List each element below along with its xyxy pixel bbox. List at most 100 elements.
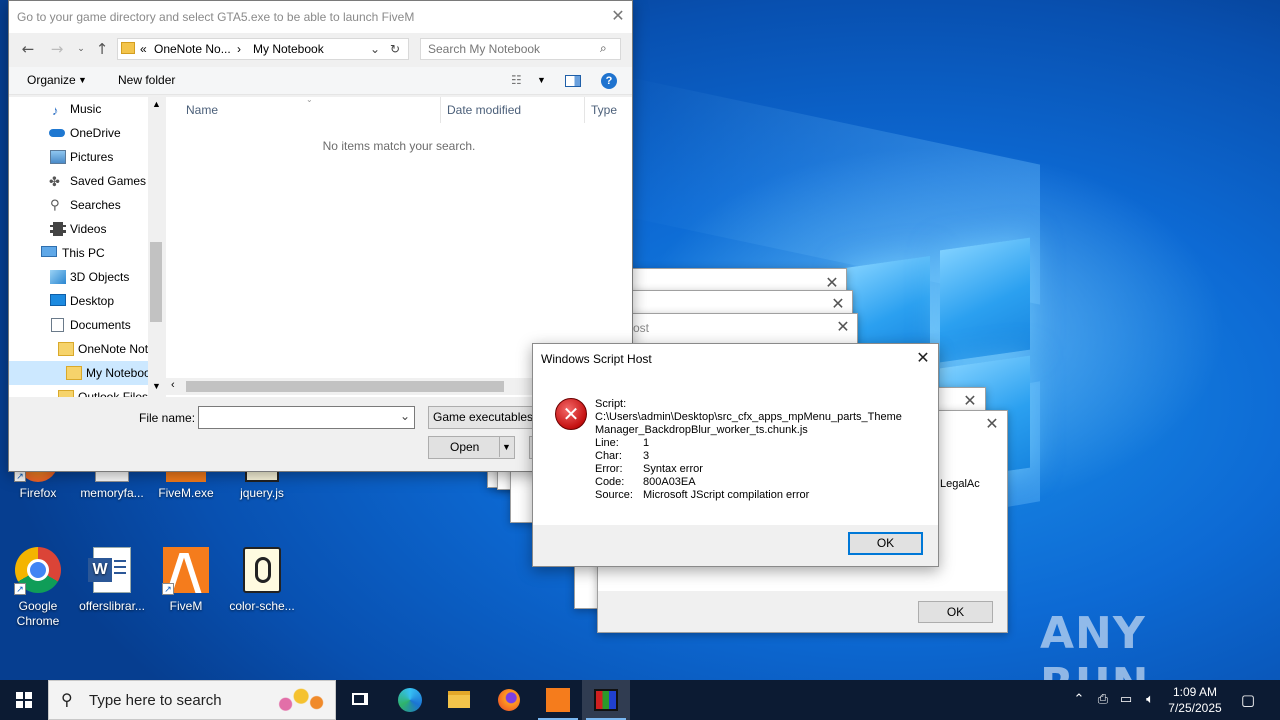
nav-item-searches[interactable]: ⚲ Searches xyxy=(9,193,148,217)
taskbar-firefox[interactable] xyxy=(485,680,533,720)
address-overflow[interactable]: « xyxy=(140,39,147,59)
device-icon[interactable]: ⎙ xyxy=(1094,680,1112,720)
folder-icon xyxy=(121,42,135,54)
column-separator[interactable] xyxy=(440,97,441,123)
file-explorer-icon xyxy=(448,691,470,708)
organize-button[interactable]: Organize xyxy=(27,73,76,87)
scrollbar-thumb[interactable] xyxy=(186,381,504,392)
desktop-icon-label: memoryfa... xyxy=(80,486,144,500)
script-host-icon xyxy=(594,689,618,711)
taskbar-fivem[interactable] xyxy=(534,680,582,720)
up-arrow-icon[interactable]: ↑ xyxy=(92,37,112,61)
notifications-icon[interactable]: ▢ xyxy=(1236,680,1260,720)
recent-locations-chevron-icon[interactable]: ⌄ xyxy=(71,37,91,61)
scroll-left-icon[interactable]: ‹ xyxy=(171,379,175,391)
navigation-pane: ♪ Music OneDrive Pictures ✤ Saved Games … xyxy=(9,97,165,397)
navigation-scrollbar[interactable]: ▲ ▼ xyxy=(148,97,165,397)
taskbar-edge[interactable] xyxy=(386,680,434,720)
search-icon: ⌕ xyxy=(600,41,607,55)
help-icon[interactable]: ? xyxy=(601,73,617,89)
view-chevron-icon[interactable]: ▼ xyxy=(537,75,546,85)
preview-pane-icon[interactable] xyxy=(565,75,581,87)
error-field-line: Line: 1 xyxy=(595,437,650,449)
error-field-code: Code: 800A03EA xyxy=(595,476,696,488)
system-clock[interactable]: 1:09 AM 7/25/2025 xyxy=(1163,684,1227,716)
dialog-footer: OK xyxy=(533,525,938,566)
nav-item-pictures[interactable]: Pictures xyxy=(9,145,148,169)
desktop-icon-label: jquery.js xyxy=(240,486,284,500)
refresh-icon[interactable]: ↻ xyxy=(390,39,400,59)
column-header-name[interactable]: Name xyxy=(186,103,218,117)
breadcrumb-onenote[interactable]: OneNote No... xyxy=(154,39,231,59)
close-icon[interactable]: ✕ xyxy=(828,294,848,314)
task-view-button[interactable] xyxy=(336,680,384,720)
nav-item-documents[interactable]: Documents xyxy=(9,313,148,337)
close-icon[interactable]: ✕ xyxy=(608,6,628,26)
scroll-up-icon[interactable]: ▲ xyxy=(152,99,161,109)
folder-icon xyxy=(66,366,82,380)
nav-item-desktop[interactable]: Desktop xyxy=(9,289,148,313)
column-separator[interactable] xyxy=(584,97,585,123)
nav-item-music[interactable]: ♪ Music xyxy=(9,97,148,121)
window-text-partial: LegalAc xyxy=(940,478,980,490)
edge-icon xyxy=(398,688,422,712)
scroll-down-icon[interactable]: ▼ xyxy=(152,381,161,391)
desktop-icon-fivem[interactable]: ↗ FiveM xyxy=(148,547,224,614)
nav-item-onenote-notebooks[interactable]: OneNote Not xyxy=(9,337,148,361)
taskbar-search-box[interactable]: ⚲ Type here to search xyxy=(48,680,336,720)
firefox-icon xyxy=(498,689,520,711)
clock-date: 7/25/2025 xyxy=(1168,701,1222,715)
open-button[interactable]: Open ▼ xyxy=(428,436,515,459)
script-path: Manager_BackdropBlur_worker_ts.chunk.js xyxy=(595,424,808,436)
desktop-icon-google-chrome[interactable]: ↗ Google Chrome xyxy=(0,547,76,629)
back-arrow-icon[interactable]: ← xyxy=(18,37,38,61)
network-icon[interactable]: ▭ xyxy=(1117,680,1135,720)
pictures-icon xyxy=(50,150,66,164)
file-type-filter[interactable]: Game executables ( xyxy=(428,406,548,429)
breadcrumb-my-notebook[interactable]: My Notebook xyxy=(253,39,324,59)
anyrun-watermark: ANY RUN xyxy=(1040,608,1148,710)
taskbar-script-host[interactable] xyxy=(582,680,630,720)
nav-item-this-pc[interactable]: This PC xyxy=(9,241,148,265)
ok-button[interactable]: OK xyxy=(848,532,923,555)
file-name-label: File name: xyxy=(139,411,196,425)
taskbar-file-explorer[interactable] xyxy=(435,680,483,720)
taskbar: ⚲ Type here to search ⌃ ⎙ ▭ 🔈︎ 1:09 AM 7… xyxy=(0,680,1280,720)
address-dropdown-chevron-icon[interactable]: ⌄ xyxy=(370,39,380,59)
close-icon[interactable]: ✕ xyxy=(982,414,1002,434)
shortcut-arrow-icon: ↗ xyxy=(14,583,26,595)
file-name-dropdown-chevron-icon[interactable]: ⌄ xyxy=(400,409,410,423)
nav-item-outlook-files[interactable]: Outlook Files xyxy=(9,385,148,397)
close-icon[interactable]: ✕ xyxy=(833,317,853,337)
new-folder-button[interactable]: New folder xyxy=(118,73,175,87)
address-bar[interactable]: « OneNote No... › My Notebook ⌄ ↻ xyxy=(117,38,409,60)
view-options-icon[interactable]: ☷ xyxy=(511,73,522,87)
search-icon: ⚲ xyxy=(61,690,73,709)
column-header-type[interactable]: Type xyxy=(591,103,617,117)
ok-button[interactable]: OK xyxy=(918,601,993,623)
nav-item-videos[interactable]: Videos xyxy=(9,217,148,241)
file-name-input[interactable]: ⌄ xyxy=(198,406,415,429)
music-icon: ♪ xyxy=(52,103,59,118)
script-file-icon xyxy=(243,547,281,593)
volume-icon[interactable]: 🔈︎ xyxy=(1141,680,1159,720)
search-icon: ⚲ xyxy=(50,198,60,213)
nav-item-3d-objects[interactable]: 3D Objects xyxy=(9,265,148,289)
start-button[interactable] xyxy=(0,680,48,720)
forward-arrow-icon[interactable]: → xyxy=(47,37,67,61)
scrollbar-thumb[interactable] xyxy=(150,242,162,322)
nav-item-saved-games[interactable]: ✤ Saved Games xyxy=(9,169,148,193)
empty-message: No items match your search. xyxy=(322,139,476,153)
open-split-chevron-icon[interactable]: ▼ xyxy=(499,437,513,457)
clock-time: 1:09 AM xyxy=(1172,685,1218,699)
nav-item-my-notebook[interactable]: My Noteboo xyxy=(9,361,151,385)
close-icon[interactable]: ✕ xyxy=(913,348,933,368)
show-hidden-icons-chevron-icon[interactable]: ⌃ xyxy=(1070,680,1088,720)
column-header-date-modified[interactable]: Date modified xyxy=(447,103,521,117)
desktop-icon-color-scheme[interactable]: color-sche... xyxy=(224,547,300,614)
search-input[interactable]: Search My Notebook xyxy=(420,38,621,60)
close-icon[interactable]: ✕ xyxy=(960,391,980,411)
nav-item-onedrive[interactable]: OneDrive xyxy=(9,121,148,145)
desktop-icon-offerslibrar[interactable]: W offerslibrar... xyxy=(74,547,150,614)
search-highlight-flowers-icon xyxy=(267,685,329,717)
